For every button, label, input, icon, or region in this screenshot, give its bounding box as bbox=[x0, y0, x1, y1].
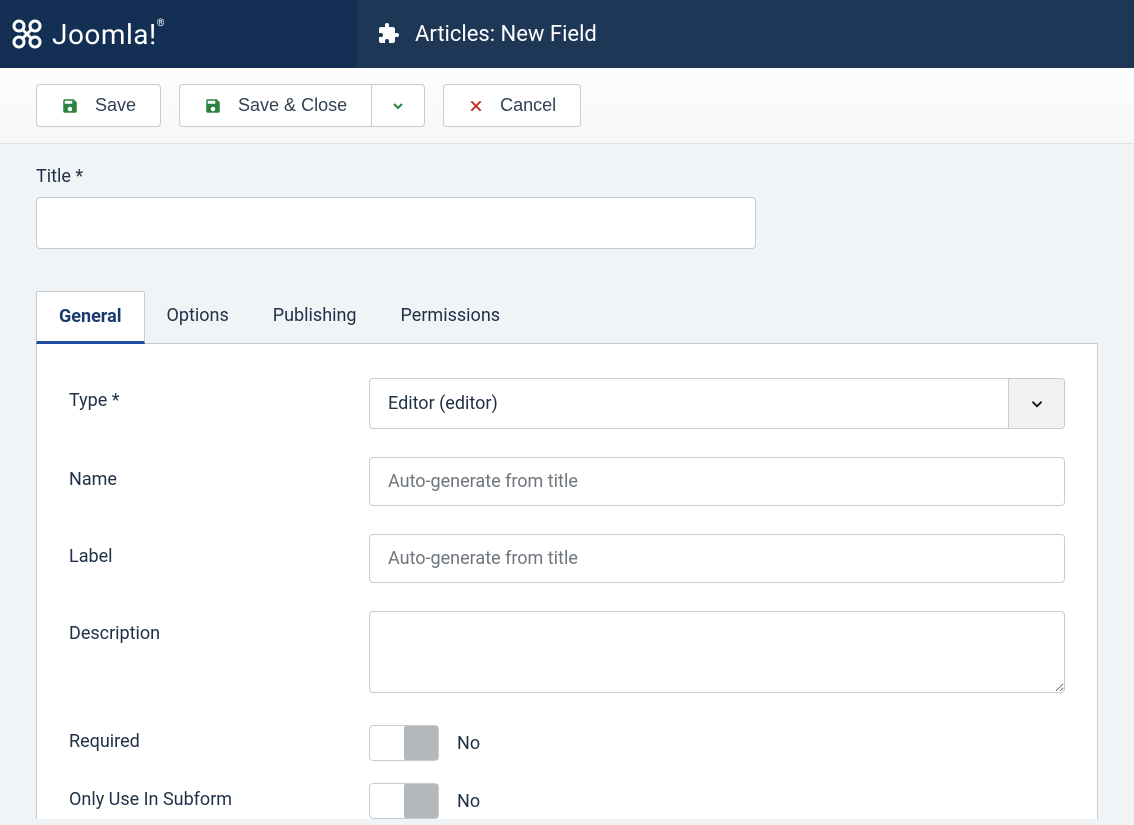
label-label: Label bbox=[69, 534, 369, 567]
app-header: Joomla!® Articles: New Field bbox=[0, 0, 1134, 68]
save-icon bbox=[204, 97, 222, 115]
description-label: Description bbox=[69, 611, 369, 644]
save-close-button[interactable]: Save & Close bbox=[179, 84, 371, 127]
description-textarea[interactable] bbox=[369, 611, 1065, 693]
title-input[interactable] bbox=[36, 197, 756, 249]
close-icon bbox=[468, 98, 484, 114]
joomla-icon bbox=[8, 15, 46, 53]
type-label: Type * bbox=[69, 378, 369, 411]
brand-logo: Joomla!® bbox=[0, 0, 357, 68]
name-label: Name bbox=[69, 457, 369, 490]
tab-general[interactable]: General bbox=[36, 291, 145, 344]
general-panel: Type * Editor (editor) Name Label bbox=[36, 344, 1098, 819]
required-value: No bbox=[457, 733, 480, 754]
save-button[interactable]: Save bbox=[36, 84, 161, 127]
title-label: Title * bbox=[36, 166, 1098, 187]
save-close-group: Save & Close bbox=[179, 84, 425, 127]
required-toggle[interactable] bbox=[369, 725, 439, 761]
action-toolbar: Save Save & Close Cancel bbox=[0, 68, 1134, 144]
page-title-bar: Articles: New Field bbox=[357, 0, 1134, 68]
chevron-down-icon bbox=[390, 98, 406, 114]
page-title: Articles: New Field bbox=[415, 22, 597, 47]
tab-publishing[interactable]: Publishing bbox=[251, 291, 379, 343]
chevron-down-icon bbox=[1008, 379, 1064, 428]
subform-value: No bbox=[457, 791, 480, 812]
tab-options[interactable]: Options bbox=[145, 291, 251, 343]
tab-permissions[interactable]: Permissions bbox=[379, 291, 523, 343]
required-label: Required bbox=[69, 725, 369, 752]
save-icon bbox=[61, 97, 79, 115]
subform-toggle[interactable] bbox=[369, 783, 439, 819]
type-select[interactable]: Editor (editor) bbox=[369, 378, 1065, 429]
subform-label: Only Use In Subform bbox=[69, 783, 369, 810]
name-input[interactable] bbox=[369, 457, 1065, 506]
label-input[interactable] bbox=[369, 534, 1065, 583]
type-value: Editor (editor) bbox=[370, 379, 1008, 428]
puzzle-icon bbox=[377, 22, 401, 46]
brand-name: Joomla!® bbox=[52, 18, 165, 51]
tab-bar: General Options Publishing Permissions bbox=[36, 291, 1098, 344]
cancel-button[interactable]: Cancel bbox=[443, 84, 581, 127]
save-dropdown-button[interactable] bbox=[371, 84, 425, 127]
